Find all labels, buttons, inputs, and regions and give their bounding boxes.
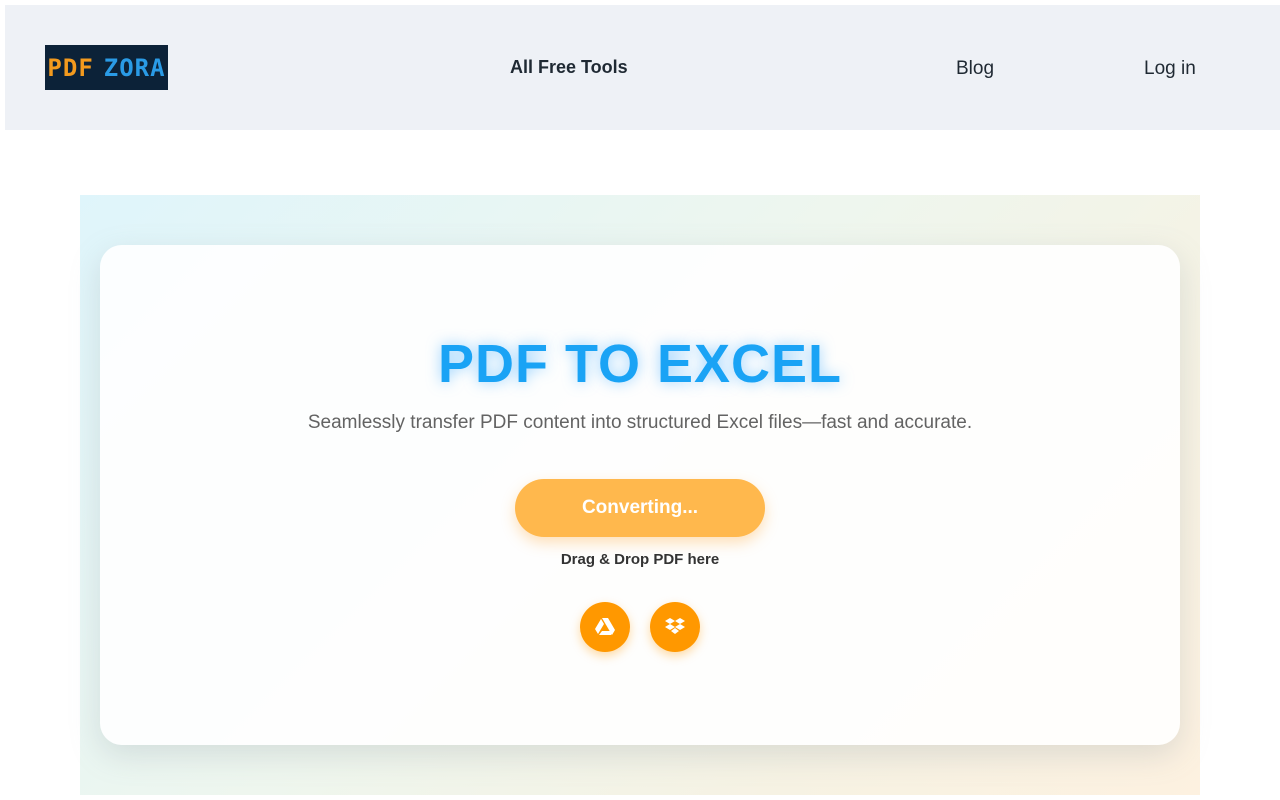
logo-text-zora: ZORA	[103, 53, 166, 82]
nav-login[interactable]: Log in	[1144, 58, 1196, 80]
google-drive-button[interactable]	[580, 602, 630, 652]
dropbox-button[interactable]	[650, 602, 700, 652]
converting-button[interactable]: Converting...	[515, 479, 765, 537]
nav-all-free-tools[interactable]: All Free Tools	[510, 57, 628, 78]
upload-card[interactable]: PDF TO EXCEL Seamlessly transfer PDF con…	[100, 245, 1180, 745]
hero-section: PDF TO EXCEL Seamlessly transfer PDF con…	[80, 195, 1200, 795]
page-title: PDF TO EXCEL	[437, 334, 843, 394]
dropbox-icon	[665, 618, 685, 634]
page-subtitle: Seamlessly transfer PDF content into str…	[307, 412, 973, 433]
site-header: PDF ZORA All Free Tools Blog Log in	[5, 5, 1280, 130]
pdfzora-logo[interactable]: PDF ZORA	[45, 45, 168, 90]
google-drive-icon	[595, 618, 615, 635]
logo-text-pdf: PDF	[47, 53, 94, 82]
drag-drop-label: Drag & Drop PDF here	[560, 551, 720, 568]
nav-blog[interactable]: Blog	[956, 58, 994, 80]
